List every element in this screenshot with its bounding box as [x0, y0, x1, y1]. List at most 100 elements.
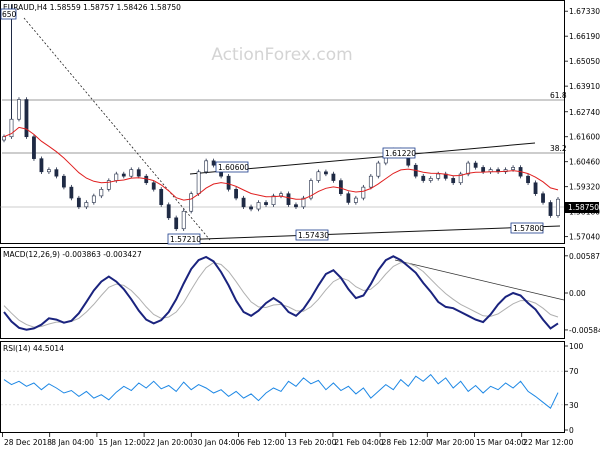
candle — [353, 195, 358, 205]
candle — [264, 200, 268, 207]
current-price-text: 1.58750 — [568, 203, 599, 212]
macd-panel-title: MACD(12,26,9) -0.003863 -0.003427 — [3, 250, 142, 259]
candle — [346, 191, 351, 205]
candle — [279, 191, 283, 199]
macd-signal-line — [3, 262, 559, 328]
candle — [421, 173, 426, 183]
candle — [256, 200, 261, 212]
candle — [458, 171, 463, 185]
candle — [196, 169, 201, 196]
rsi-tick-label: 30 — [569, 401, 579, 410]
candle — [338, 178, 343, 196]
candle — [69, 184, 74, 201]
candle — [473, 160, 478, 170]
candle — [249, 204, 253, 212]
candle — [181, 209, 186, 231]
current-price-tag: 1.58750 — [565, 202, 599, 213]
annotation-1-61220: 1.61220 — [382, 147, 416, 159]
time-tick-label: 15 Mar 04:00 — [476, 438, 526, 447]
annotation-1-57430-text: 1.57430 — [298, 231, 329, 240]
candle — [174, 215, 179, 231]
time-tick-label: 22 Jan 20:00 — [146, 438, 194, 447]
candle — [488, 167, 493, 174]
price-tick-label: 1.57040 — [569, 233, 600, 242]
candle — [99, 187, 104, 199]
time-tick-label: 13 Feb 20:00 — [287, 438, 336, 447]
candle — [189, 191, 194, 214]
candle — [151, 180, 156, 192]
candle — [47, 167, 51, 174]
candle — [286, 191, 291, 207]
candle — [166, 202, 171, 220]
macd-tick-label: 0.00 — [569, 289, 586, 298]
time-tick-label: 15 Jan 12:00 — [98, 438, 146, 447]
candle — [368, 173, 373, 190]
macd-tick-label: -0.005843 — [569, 326, 600, 335]
candle — [17, 97, 21, 122]
candle — [294, 202, 298, 210]
candle — [324, 169, 328, 177]
candle — [451, 176, 456, 185]
candle — [54, 167, 59, 179]
price-tick-label: 1.59320 — [569, 183, 600, 192]
rsi-line — [3, 373, 559, 409]
candle — [32, 134, 36, 161]
candle — [526, 173, 530, 185]
time-tick-label: 28 Dec 2018 — [4, 438, 52, 447]
fib-38-2-label: 38.2 — [550, 144, 567, 153]
price-panel-title: EURAUD,H4 1.58559 1.58757 1.58426 1.5875… — [3, 3, 181, 12]
time-tick-label: 7 Mar 20:00 — [429, 438, 475, 447]
candle — [39, 156, 44, 174]
price-tick-label: 1.65050 — [569, 57, 600, 66]
macd-tick-label: 0.005878 — [569, 252, 600, 261]
candle — [9, 117, 14, 139]
candle — [376, 160, 381, 179]
price-tick-label: 1.61600 — [569, 133, 600, 142]
annotation-1-57430: 1.57430 — [295, 229, 329, 241]
candle — [428, 176, 433, 183]
candle — [241, 195, 246, 210]
annotation-1-61220-text: 1.61220 — [385, 149, 416, 158]
candle — [91, 193, 96, 205]
annotation-1-57210-text: 1.57210 — [170, 235, 201, 244]
chart-canvas: ActionForex.com EURAUD,H4 1.58559 1.5875… — [0, 0, 600, 447]
price-tick-label: 1.62740 — [569, 108, 600, 117]
watermark: ActionForex.com — [211, 45, 352, 65]
fib-61-8-label: 61.8 — [550, 91, 567, 100]
candle — [556, 196, 560, 218]
rsi-tick-label: 70 — [569, 367, 579, 376]
annotation-1-57800: 1.57800 — [510, 222, 544, 234]
rsi-panel-frame — [0, 341, 565, 433]
time-axis: 28 Dec 2018 8 Jan 04:00 15 Jan 12:00 22 Jan… — [2, 433, 574, 447]
candle — [204, 158, 209, 174]
candle — [443, 171, 448, 181]
price-tick-label: 1.60460 — [569, 158, 600, 167]
price-tick-label: 1.66190 — [569, 32, 600, 41]
price-tick-label: 1.67330 — [569, 7, 600, 16]
candle — [136, 167, 141, 179]
annotation-650: 650 — [0, 8, 17, 20]
lower-channel-line — [174, 225, 561, 241]
candle — [533, 180, 538, 196]
candle — [316, 169, 321, 183]
dashed-decline-trendline — [23, 17, 211, 241]
candle — [271, 193, 276, 207]
annotation-1-57210: 1.57210 — [167, 233, 201, 245]
candle — [496, 167, 501, 174]
candle — [309, 178, 313, 201]
candle — [541, 191, 545, 205]
annotation-1-57800-text: 1.57800 — [513, 224, 544, 233]
chart-window: ActionForex.com EURAUD,H4 1.58559 1.5875… — [0, 0, 600, 450]
time-tick-label: 22 Mar 12:00 — [523, 438, 573, 447]
candle — [106, 178, 111, 192]
candle — [361, 184, 366, 201]
time-tick-label: 28 Feb 12:00 — [382, 438, 431, 447]
time-tick-label: 30 Jan 04:00 — [193, 438, 241, 447]
candle — [84, 200, 89, 210]
rsi-tick-label: 0 — [569, 426, 574, 435]
candle — [331, 171, 336, 183]
candle — [76, 195, 81, 210]
candle — [481, 165, 486, 174]
rsi-panel-title: RSI(14) 44.5014 — [3, 344, 64, 353]
candle — [234, 187, 238, 201]
